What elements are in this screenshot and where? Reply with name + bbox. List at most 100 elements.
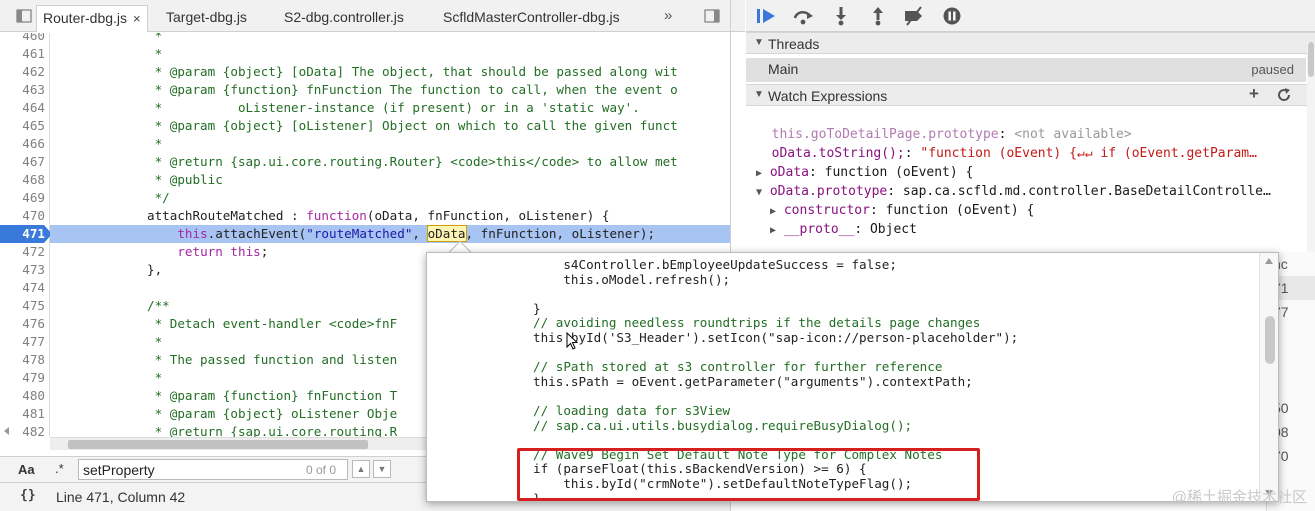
watch-item[interactable]: ▼ oData.prototype: sap.ca.scfld.md.contr… — [756, 183, 1271, 201]
watch-item[interactable]: this.goToDetailPage.prototype: <not avai… — [756, 126, 1132, 144]
line-number[interactable]: 462 — [0, 63, 45, 81]
scroll-left-icon[interactable] — [2, 426, 12, 436]
resume-icon[interactable] — [756, 6, 778, 26]
line-number[interactable]: 465 — [0, 117, 45, 135]
sidebar-scrollbar[interactable] — [1307, 42, 1315, 252]
call-frame-fragment[interactable]: 08 — [1273, 420, 1315, 444]
expand-triangle-icon[interactable]: ▶ — [770, 206, 776, 217]
scrollbar-thumb[interactable] — [1308, 42, 1314, 77]
watch-title: Watch Expressions — [768, 88, 888, 104]
line-number[interactable]: 477 — [0, 333, 45, 351]
code-line: * @return {sap.ui.core.routing.Router} <… — [56, 154, 678, 169]
line-number[interactable]: 478 — [0, 351, 45, 369]
scroll-up-icon[interactable] — [1264, 257, 1274, 265]
popover-code-line: // loading data for s3View — [533, 403, 731, 418]
thread-name: Main — [768, 61, 799, 77]
hovered-token[interactable]: oData — [426, 225, 467, 242]
tab-s2-dbg-controller[interactable]: S2-dbg.controller.js — [284, 5, 404, 32]
pause-on-exceptions-icon[interactable] — [941, 6, 963, 26]
toggle-debugger-icon[interactable] — [704, 8, 720, 24]
line-number[interactable]: 472 — [0, 243, 45, 261]
pretty-print-button[interactable]: {} — [20, 488, 36, 503]
tab-target-dbg[interactable]: Target-dbg.js — [166, 5, 247, 32]
collapse-triangle-icon: ▼ — [754, 37, 764, 48]
code-line: return this; — [177, 244, 269, 259]
watch-separator: : — [998, 127, 1015, 142]
match-case-toggle[interactable]: Aa — [18, 462, 35, 477]
step-into-icon[interactable] — [830, 6, 852, 26]
call-frame-fragment[interactable]: 70 — [1273, 444, 1315, 468]
refresh-icon[interactable] — [1276, 87, 1292, 103]
popover-scrollbar[interactable] — [1259, 253, 1278, 501]
code-line: * @public — [56, 172, 223, 187]
call-frame-fragment[interactable]: 77 — [1273, 300, 1315, 324]
threads-title: Threads — [768, 36, 820, 52]
expand-triangle-icon[interactable]: ▶ — [770, 225, 776, 236]
call-frame-fragment[interactable] — [1273, 372, 1315, 396]
code-line: * @return {sap.ui.core.routing.R — [56, 424, 398, 437]
watch-item[interactable]: ▶ oData: function (oEvent) { — [756, 164, 973, 182]
watch-value: <not available> — [1014, 127, 1132, 142]
annotation-highlight-box — [517, 448, 980, 501]
call-frame-fragment[interactable] — [1273, 348, 1315, 372]
line-number[interactable]: 480 — [0, 387, 45, 405]
line-number[interactable]: 461 — [0, 45, 45, 63]
code-line: * — [56, 334, 163, 349]
call-frame-fragment[interactable]: nc — [1273, 252, 1315, 276]
line-number[interactable]: 464 — [0, 99, 45, 117]
line-number-gutter[interactable]: 460 461 462 463 464 465 466 467 468 469 470 471 472 4… — [0, 33, 52, 437]
scrollbar-thumb[interactable] — [1265, 316, 1275, 364]
line-number[interactable]: 463 — [0, 81, 45, 99]
tab-label: Router-dbg.js — [43, 10, 128, 26]
line-number[interactable]: 467 — [0, 153, 45, 171]
tab-router-dbg[interactable]: Router-dbg.js × — [36, 5, 148, 32]
code-line: attachRouteMatched : function(oData, fnF… — [56, 208, 610, 223]
watch-separator: : — [869, 203, 886, 218]
code-line: * @param {object} oListener Obje — [56, 406, 398, 421]
thread-main-row[interactable]: Main paused — [746, 58, 1306, 82]
toggle-navigator-icon[interactable] — [16, 8, 32, 24]
find-next-button[interactable]: ▼ — [373, 460, 391, 478]
expand-triangle-icon[interactable]: ▼ — [756, 187, 762, 198]
popover-code-line: this.sPath = oEvent.getParameter("argume… — [533, 373, 973, 389]
find-previous-button[interactable]: ▲ — [352, 460, 370, 478]
line-number[interactable]: 479 — [0, 369, 45, 387]
watch-item[interactable]: ▶ constructor: function (oEvent) { — [770, 202, 1034, 220]
line-number[interactable]: 470 — [0, 207, 45, 225]
watermark: @稀土掘金技术社区 — [1171, 489, 1307, 506]
step-out-icon[interactable] — [867, 6, 889, 26]
call-frame-fragment[interactable]: 71 — [1273, 276, 1315, 300]
line-number[interactable]: 475 — [0, 297, 45, 315]
watch-separator: : — [887, 184, 903, 199]
line-number[interactable]: 473 — [0, 261, 45, 279]
watch-key: this.goToDetailPage.prototype — [771, 127, 999, 142]
thread-state: paused — [1251, 62, 1294, 77]
expand-triangle-icon[interactable]: ▶ — [756, 168, 762, 179]
add-watch-icon[interactable]: + — [1249, 84, 1259, 104]
line-number[interactable]: 468 — [0, 171, 45, 189]
threads-section-header[interactable]: ▼ Threads — [746, 32, 1315, 54]
step-over-icon[interactable] — [792, 6, 814, 26]
line-number[interactable]: 466 — [0, 135, 45, 153]
regex-toggle[interactable]: .* — [55, 461, 64, 476]
watch-section-header[interactable]: ▼ Watch Expressions — [746, 84, 1315, 106]
line-number[interactable]: 469 — [0, 189, 45, 207]
close-tab-icon[interactable]: × — [133, 11, 141, 26]
popover-code-line: this.byId('S3_Header').setIcon("sap-icon… — [533, 330, 1019, 345]
deactivate-breakpoints-icon[interactable] — [903, 6, 925, 26]
code-line: * — [56, 136, 163, 151]
more-tabs-button[interactable]: » — [664, 7, 672, 24]
watch-item[interactable]: oData.toString();: "function (oEvent) {↵… — [756, 145, 1257, 163]
scrollbar-thumb[interactable] — [68, 440, 368, 449]
line-number[interactable]: 471 — [0, 225, 45, 243]
call-frame-fragment[interactable]: 50 — [1273, 396, 1315, 420]
call-frame-fragment[interactable] — [1273, 324, 1315, 348]
watch-item[interactable]: ▶ __proto__: Object — [770, 221, 917, 239]
tab-scfld-master-controller[interactable]: ScfldMasterController-dbg.js — [443, 5, 620, 32]
line-number[interactable]: 481 — [0, 405, 45, 423]
cursor-position: Line 471, Column 42 — [56, 489, 186, 505]
watch-separator: : — [809, 165, 825, 180]
line-number[interactable]: 476 — [0, 315, 45, 333]
line-number[interactable]: 474 — [0, 279, 45, 297]
line-number[interactable]: 460 — [0, 33, 45, 45]
